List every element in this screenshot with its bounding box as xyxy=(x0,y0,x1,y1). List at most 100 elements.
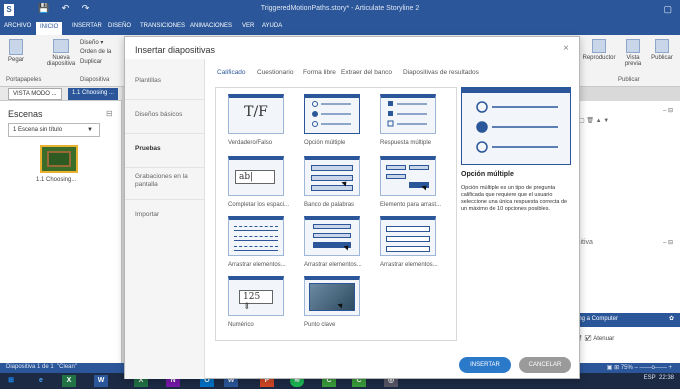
tab-diapositivas-resultados[interactable]: Diapositivas de resultados xyxy=(403,69,479,76)
attenuate-checkbox[interactable]: 🗑 ☑ Atenuar xyxy=(575,335,614,342)
tile-label: Numérico xyxy=(228,322,254,328)
tile-multiple-response[interactable]: Respuesta múltiple xyxy=(380,94,436,146)
new-slide-button[interactable]: Nueva diapositiva xyxy=(46,39,76,67)
magnifier-icon xyxy=(626,39,640,53)
sidebar-item-plantillas[interactable]: Plantillas xyxy=(135,77,199,85)
ribbon-tabs: ARCHIVO INICIO INSERTAR DISEÑO TRANSICIO… xyxy=(0,20,680,35)
word-bank-bar xyxy=(311,175,353,181)
dropdown-row xyxy=(386,246,430,252)
tile-word-bank[interactable]: Banco de palabras xyxy=(304,156,360,208)
excel-icon[interactable]: X xyxy=(62,375,76,387)
computer-panel-header[interactable]: sing a Computer ✿ xyxy=(570,313,680,327)
preview-radio-lines xyxy=(476,101,558,153)
preview-description: Opción múltiple es un tipo de pregunta c… xyxy=(461,185,568,212)
gear-icon[interactable]: ✿ xyxy=(669,315,674,322)
question-type-grid: T/F Verdadero/Falso Opción múltiple Resp… xyxy=(215,87,457,341)
tab-calificado[interactable]: Calificado xyxy=(217,69,246,76)
sidebar-item-importar[interactable]: Importar xyxy=(135,211,199,219)
tile-true-false[interactable]: T/F Verdadero/Falso xyxy=(228,94,284,146)
tile-matching-dropdown[interactable]: Arrastrar elementos... xyxy=(380,216,438,268)
multiple-response-icon xyxy=(380,94,436,134)
close-icon[interactable]: × xyxy=(563,43,569,54)
layout-label: Diseño xyxy=(80,40,99,46)
tile-label: Completar los espaci... xyxy=(228,202,290,208)
tab-extraer-banco[interactable]: Extraer del banco xyxy=(341,69,392,76)
category-tabs: Calificado Cuestionario Forma libre Extr… xyxy=(217,69,567,79)
paste-button[interactable]: Pegar xyxy=(6,39,26,63)
duplicate-button[interactable]: Duplicar xyxy=(80,59,102,65)
scene-select-value: 1 Escena sin título xyxy=(13,127,63,133)
zoom-level: 75% xyxy=(620,365,633,371)
tile-matching-drag[interactable]: Arrastrar elementos... xyxy=(228,216,286,268)
true-false-icon: T/F xyxy=(228,94,284,134)
tile-fill-in-blank[interactable]: ab| Completar los espaci... xyxy=(228,156,290,208)
panel-pin-icon[interactable]: – ⊟ xyxy=(663,107,673,114)
tile-label: Banco de palabras xyxy=(304,202,355,208)
scenes-title: Escenas xyxy=(8,109,43,119)
checkbox-lines xyxy=(387,101,427,127)
word-icon[interactable]: W xyxy=(94,375,108,387)
tab-archivo[interactable]: ARCHIVO xyxy=(4,23,31,29)
ie-icon[interactable]: e xyxy=(34,375,48,387)
publish-button[interactable]: Publicar xyxy=(648,39,676,61)
preview-title: Opción múltiple xyxy=(461,171,514,178)
scene-dropdown[interactable]: 1 Escena sin título ▼ xyxy=(8,123,100,137)
preview-panel: Opción múltiple Opción múltiple es un ti… xyxy=(461,87,571,341)
system-tray[interactable]: ESP 22:38 xyxy=(644,375,674,381)
language-indicator: ESP xyxy=(643,375,656,381)
insert-button[interactable]: INSERTAR xyxy=(459,357,511,373)
group-portapapeles: Portapapeles xyxy=(6,77,42,83)
tab-forma-libre[interactable]: Forma libre xyxy=(303,69,336,76)
tab-transiciones[interactable]: TRANSICIONES xyxy=(140,23,185,29)
layout-button[interactable]: Diseño ▾ xyxy=(80,39,103,46)
tile-label: Opción múltiple xyxy=(304,140,346,146)
order-button[interactable]: Orden de la xyxy=(80,49,111,55)
size-controls[interactable]: ▢ 🗑 ▲ ▼ xyxy=(579,117,609,124)
sidebar-item-grabaciones[interactable]: Grabaciones en la pantalla xyxy=(135,173,199,189)
tile-drag-item[interactable]: Elemento para arrast... xyxy=(380,156,441,208)
view-mode-tab[interactable]: VISTA MODO ... xyxy=(8,88,62,100)
hotspot-photo xyxy=(309,283,355,311)
tile-numeric[interactable]: 125 ⇕ Numérico xyxy=(228,276,284,328)
pin-icon[interactable]: ⊟ xyxy=(106,109,113,118)
preview-button[interactable]: Vista previa xyxy=(618,39,648,67)
attenuate-label: Atenuar xyxy=(593,336,615,342)
publish-label: Publicar xyxy=(651,55,673,61)
preview-label: Vista previa xyxy=(624,55,642,67)
slide-tab[interactable]: 1.1 Choosing ... xyxy=(68,88,119,100)
panel-pin-icon-2[interactable]: – ⊟ xyxy=(663,239,673,246)
sidebar-item-pruebas[interactable]: Pruebas xyxy=(135,145,199,153)
publish-icon xyxy=(655,39,669,53)
radio-lines xyxy=(312,101,351,127)
drag-block xyxy=(386,174,406,179)
tab-ver[interactable]: VER xyxy=(242,23,254,29)
player-button[interactable]: Reproductor xyxy=(582,39,616,61)
tab-ayuda[interactable]: AYUDA xyxy=(262,23,282,29)
tile-hotspot[interactable]: Punto clave xyxy=(304,276,360,328)
sidebar-item-disenos[interactable]: Diseños básicos xyxy=(135,111,199,119)
slide-label: 1.1 Choosing... xyxy=(36,177,77,183)
window-restore-icon[interactable]: ▢ xyxy=(663,4,672,15)
tab-inicio[interactable]: INICIO xyxy=(36,22,63,35)
tile-sequence-drag[interactable]: Arrastrar elementos... xyxy=(304,216,362,268)
drag-block xyxy=(409,165,429,170)
tile-multiple-choice[interactable]: Opción múltiple xyxy=(304,94,360,146)
tab-diseno[interactable]: DISEÑO xyxy=(108,23,131,29)
zoom-control[interactable]: ▣ ⊞ 75% – ——o—— + xyxy=(607,364,672,371)
tab-animaciones[interactable]: ANIMACIONES xyxy=(190,23,232,29)
tab-cuestionario[interactable]: Cuestionario xyxy=(257,69,294,76)
cancel-button[interactable]: CANCELAR xyxy=(519,357,571,373)
dropdown-row xyxy=(386,226,430,232)
drag-item-icon xyxy=(380,156,436,196)
matching-dropdown-icon xyxy=(380,216,436,256)
tab-insertar[interactable]: INSERTAR xyxy=(72,23,102,29)
fill-in-blank-icon: ab| xyxy=(228,156,284,196)
true-false-glyph: T/F xyxy=(244,104,268,120)
drag-block xyxy=(386,165,406,170)
windows-start-icon[interactable]: ⊞ xyxy=(4,375,18,387)
title-bar: S 💾 ↶ ↷ TriggeredMotionPaths.story* - Ar… xyxy=(0,0,680,20)
theme-name: "Clean" xyxy=(57,364,77,370)
slide-thumbnail[interactable] xyxy=(40,145,78,173)
multiple-choice-preview-icon xyxy=(461,87,571,165)
chevron-down-icon: ▼ xyxy=(87,127,93,133)
